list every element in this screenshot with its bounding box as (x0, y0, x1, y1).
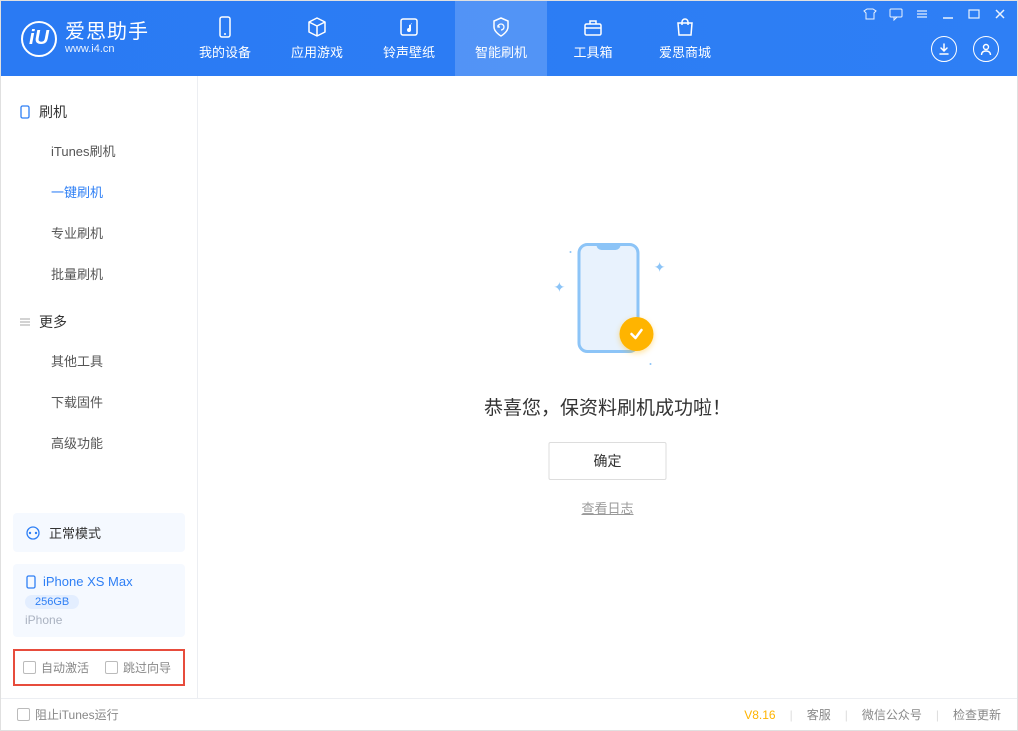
footer-link-wechat[interactable]: 微信公众号 (862, 706, 922, 723)
view-log-link[interactable]: 查看日志 (581, 498, 633, 517)
mode-card[interactable]: 正常模式 (13, 513, 185, 552)
ok-button[interactable]: 确定 (548, 442, 666, 480)
music-note-icon (398, 16, 420, 38)
nav-tab-my-device[interactable]: 我的设备 (179, 1, 271, 76)
user-icon[interactable] (973, 36, 999, 62)
app-name: 爱思助手 (65, 21, 149, 43)
checkbox-icon (17, 708, 30, 721)
minimize-icon[interactable] (941, 7, 955, 21)
success-message: 恭喜您，保资料刷机成功啦！ (484, 393, 731, 420)
checkbox-auto-activate[interactable]: 自动激活 (23, 659, 89, 676)
sidebar-item-pro-flash[interactable]: 专业刷机 (1, 212, 197, 253)
nav-tab-ringtone[interactable]: 铃声壁纸 (363, 1, 455, 76)
header-action-icons (931, 36, 999, 62)
device-name: iPhone XS Max (43, 574, 133, 589)
success-block: ✦ ✦ 恭喜您，保资料刷机成功啦！ 确定 查看日志 (484, 233, 731, 517)
version-label: V8.16 (744, 708, 775, 722)
device-card[interactable]: iPhone XS Max 256GB iPhone (13, 564, 185, 637)
cube-icon (306, 16, 328, 38)
close-icon[interactable] (993, 7, 1007, 21)
shield-refresh-icon (490, 16, 512, 38)
device-icon (214, 16, 236, 38)
phone-icon (19, 105, 31, 119)
nav-tabs: 我的设备 应用游戏 铃声壁纸 智能刷机 (179, 1, 731, 76)
nav-tab-toolbox[interactable]: 工具箱 (547, 1, 639, 76)
app-url: www.i4.cn (65, 43, 149, 55)
nav-tab-apps[interactable]: 应用游戏 (271, 1, 363, 76)
sidebar: 刷机 iTunes刷机 一键刷机 专业刷机 批量刷机 更多 其他工具 下载固件 … (1, 76, 198, 698)
nav-tab-flash[interactable]: 智能刷机 (455, 1, 547, 76)
sidebar-item-download-firmware[interactable]: 下载固件 (1, 381, 197, 422)
menu-icon[interactable] (915, 7, 929, 21)
feedback-icon[interactable] (889, 7, 903, 21)
sidebar-item-batch-flash[interactable]: 批量刷机 (1, 253, 197, 294)
body: 刷机 iTunes刷机 一键刷机 专业刷机 批量刷机 更多 其他工具 下载固件 … (1, 76, 1017, 698)
footer-link-update[interactable]: 检查更新 (953, 706, 1001, 723)
checkbox-block-itunes[interactable]: 阻止iTunes运行 (17, 706, 119, 723)
spark-icon: ✦ (654, 259, 666, 276)
spark-icon: ✦ (553, 279, 565, 296)
phone-success-illustration: ✦ ✦ (547, 233, 667, 373)
check-badge-icon (619, 317, 653, 351)
checkbox-skip-wizard[interactable]: 跳过向导 (105, 659, 171, 676)
store-icon (674, 16, 696, 38)
mode-label: 正常模式 (49, 523, 101, 542)
sidebar-group-more: 更多 (1, 304, 197, 340)
logo-block[interactable]: iU 爱思助手 www.i4.cn (1, 21, 169, 57)
sidebar-item-itunes-flash[interactable]: iTunes刷机 (1, 130, 197, 171)
footer-bar: 阻止iTunes运行 V8.16 | 客服 | 微信公众号 | 检查更新 (1, 698, 1017, 730)
footer-link-support[interactable]: 客服 (807, 706, 831, 723)
nav-tab-store[interactable]: 爱思商城 (639, 1, 731, 76)
sync-icon (25, 525, 41, 541)
skin-icon[interactable] (863, 7, 877, 21)
device-type: iPhone (25, 613, 173, 627)
toolbox-icon (582, 16, 604, 38)
logo-icon: iU (21, 21, 57, 57)
window-controls (863, 7, 1007, 21)
device-storage: 256GB (25, 595, 79, 609)
sidebar-item-one-key-flash[interactable]: 一键刷机 (1, 171, 197, 212)
device-phone-icon (25, 575, 37, 589)
header-bar: iU 爱思助手 www.i4.cn 我的设备 应用游戏 (1, 1, 1017, 76)
checkbox-icon (23, 661, 36, 674)
sidebar-group-flash: 刷机 (1, 94, 197, 130)
list-icon (19, 316, 31, 328)
footer-right: V8.16 | 客服 | 微信公众号 | 检查更新 (744, 706, 1001, 723)
main-panel: ✦ ✦ 恭喜您，保资料刷机成功啦！ 确定 查看日志 (198, 76, 1017, 698)
flash-options-box: 自动激活 跳过向导 (13, 649, 185, 686)
sidebar-item-other-tools[interactable]: 其他工具 (1, 340, 197, 381)
maximize-icon[interactable] (967, 7, 981, 21)
app-window: iU 爱思助手 www.i4.cn 我的设备 应用游戏 (0, 0, 1018, 731)
sidebar-item-advanced[interactable]: 高级功能 (1, 422, 197, 463)
checkbox-icon (105, 661, 118, 674)
download-icon[interactable] (931, 36, 957, 62)
